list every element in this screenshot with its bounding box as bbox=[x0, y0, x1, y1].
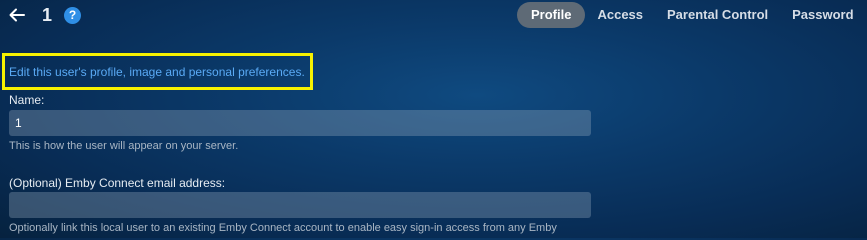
back-button[interactable] bbox=[8, 6, 26, 24]
arrow-left-icon bbox=[9, 8, 25, 22]
email-help-text: Optionally link this local user to an ex… bbox=[9, 222, 557, 234]
tab-profile[interactable]: Profile bbox=[517, 2, 586, 28]
tab-parental-control[interactable]: Parental Control bbox=[655, 2, 780, 28]
name-help-text: This is how the user will appear on your… bbox=[9, 140, 239, 152]
header-bar: 1 ? Profile Access Parental Control Pass… bbox=[0, 0, 867, 32]
name-input[interactable] bbox=[9, 110, 591, 136]
help-icon[interactable]: ? bbox=[64, 7, 81, 24]
name-label: Name: bbox=[9, 93, 45, 107]
page-description: Edit this user's profile, image and pers… bbox=[9, 65, 305, 79]
tab-access[interactable]: Access bbox=[585, 2, 655, 28]
page-title: 1 bbox=[42, 5, 53, 25]
tab-bar: Profile Access Parental Control Password bbox=[517, 2, 866, 28]
email-label: (Optional) Emby Connect email address: bbox=[9, 176, 226, 190]
tab-password[interactable]: Password bbox=[780, 2, 865, 28]
email-input[interactable] bbox=[9, 192, 591, 218]
